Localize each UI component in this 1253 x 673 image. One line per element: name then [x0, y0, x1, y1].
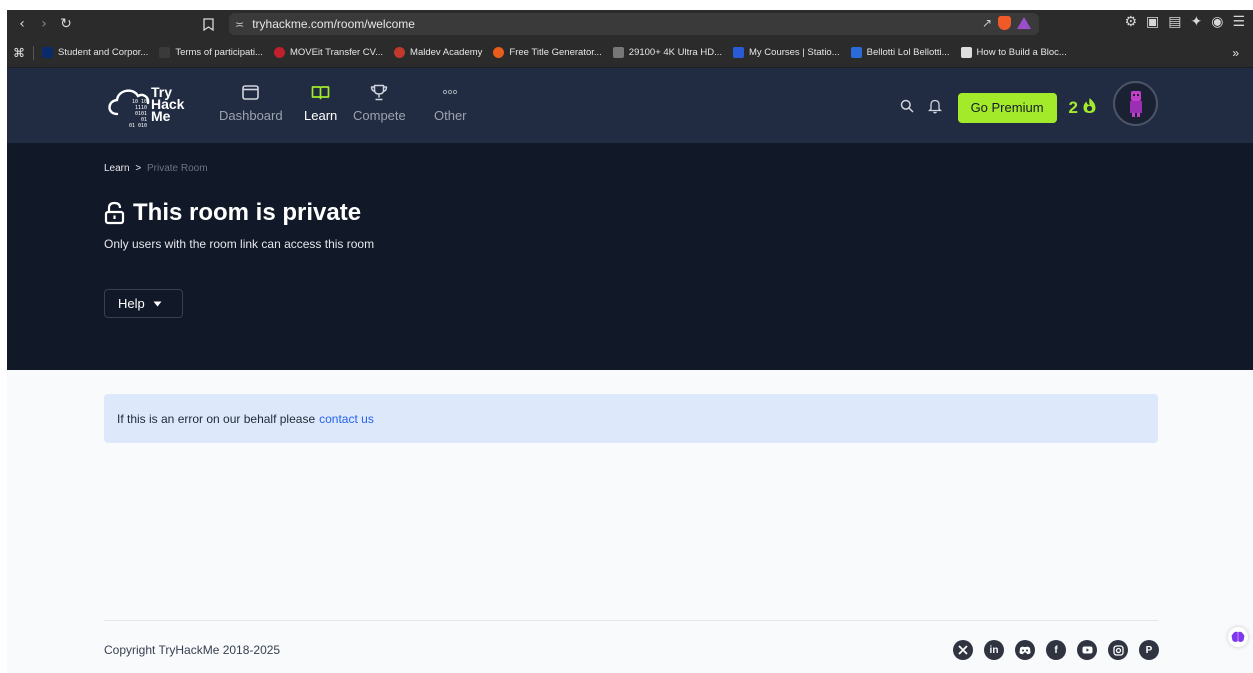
main-content: If this is an error on our behalf please…: [7, 370, 1253, 673]
leo-icon[interactable]: ✦: [1190, 14, 1202, 30]
book-icon: [311, 80, 330, 104]
sidebar-icon[interactable]: ▣: [1146, 14, 1159, 30]
caret-down-icon: [153, 301, 162, 307]
search-icon[interactable]: [900, 98, 914, 117]
logo-text: Try Hack Me: [151, 84, 185, 124]
lock-icon: [104, 201, 125, 225]
help-label: Help: [118, 296, 145, 311]
streak-counter[interactable]: 2: [1069, 97, 1097, 119]
browser-toolbar: ‹ › ↻ ≍ tryhackme.com/room/welcome ↗ ⚙ ▣…: [7, 10, 1253, 38]
nav-dashboard[interactable]: Dashboard: [219, 80, 283, 123]
facebook-icon[interactable]: f: [1046, 640, 1066, 660]
notification-bell-icon[interactable]: [927, 98, 942, 118]
youtube-icon[interactable]: [1077, 640, 1097, 660]
forward-icon[interactable]: ›: [33, 13, 55, 35]
site-header: 10 10 1110 0101 01 01 010 Try Hack Me Da…: [7, 68, 1253, 143]
copyright-text: Copyright TryHackMe 2018-2025: [104, 643, 281, 657]
room-hero: Learn > Private Room This room is privat…: [7, 143, 1253, 370]
bookmark-favicon: [493, 47, 505, 58]
wallet-icon[interactable]: ▤: [1168, 14, 1181, 30]
apps-icon[interactable]: ⌘: [13, 46, 25, 60]
logo-binary: 10 10 1110 0101 01 01 010: [128, 99, 147, 129]
back-icon[interactable]: ‹: [11, 13, 33, 35]
header-actions: Go Premium 2: [900, 81, 1158, 126]
trophy-icon: [370, 80, 388, 104]
contact-us-link[interactable]: contact us: [319, 412, 374, 426]
menu-icon[interactable]: ☰: [1232, 14, 1245, 30]
bookmark-item[interactable]: Bellotti Lol Bellotti...: [850, 47, 950, 58]
url-text: tryhackme.com/room/welcome: [252, 17, 415, 31]
bookmark-icon[interactable]: [197, 13, 219, 35]
share-icon[interactable]: ↗: [982, 16, 992, 30]
brave-shield-icon[interactable]: [998, 16, 1011, 30]
bookmark-item[interactable]: 29100+ 4K Ultra HD...: [612, 47, 722, 58]
nav-compete[interactable]: Compete: [353, 80, 406, 123]
bookmark-favicon: [159, 47, 171, 58]
breadcrumb: Learn > Private Room: [104, 163, 208, 174]
user-avatar[interactable]: [1113, 81, 1158, 126]
reload-icon[interactable]: ↻: [55, 13, 77, 35]
breadcrumb-learn[interactable]: Learn: [104, 163, 130, 174]
vpn-icon[interactable]: ◉: [1211, 14, 1223, 30]
social-links: in f P: [953, 640, 1159, 660]
bookmark-item[interactable]: Free Title Generator...: [493, 47, 602, 58]
nav-other[interactable]: Other: [434, 80, 467, 123]
help-dropdown-button[interactable]: Help: [104, 289, 183, 318]
avatar-figure-icon: [1129, 90, 1142, 117]
address-bar[interactable]: ≍ tryhackme.com/room/welcome ↗: [229, 13, 1039, 35]
instagram-icon[interactable]: [1108, 640, 1128, 660]
notice-text: If this is an error on our behalf please: [117, 411, 316, 426]
toolbar-right: ⚙ ▣ ▤ ✦ ◉ ☰: [1124, 14, 1245, 30]
bookmarks-bar: ⌘ Student and Corpor... Terms of partici…: [7, 38, 1253, 68]
error-notice: If this is an error on our behalf please…: [104, 394, 1158, 443]
bookmark-favicon: [273, 47, 285, 58]
bookmark-item[interactable]: My Courses | Statio...: [733, 47, 840, 58]
bookmark-item[interactable]: Maldev Academy: [394, 47, 482, 58]
page-title-text: This room is private: [133, 199, 362, 226]
rewards-icon[interactable]: [1017, 17, 1031, 29]
bookmark-favicon: [733, 47, 744, 58]
linkedin-icon[interactable]: in: [984, 640, 1004, 660]
window-icon: [242, 80, 260, 104]
bookmark-favicon: [960, 47, 972, 58]
bookmark-item[interactable]: MOVEit Transfer CV...: [273, 47, 383, 58]
bookmarks-overflow-button[interactable]: »: [1232, 46, 1239, 60]
bookmark-favicon: [394, 47, 406, 58]
bookmark-favicon: [42, 47, 53, 58]
page: ‹ › ↻ ≍ tryhackme.com/room/welcome ↗ ⚙ ▣…: [0, 0, 1253, 673]
brain-assistant-icon[interactable]: [1228, 627, 1248, 647]
nav-learn[interactable]: Learn: [304, 80, 337, 123]
bookmark-item[interactable]: Student and Corpor...: [42, 47, 148, 58]
page-title: This room is private: [104, 199, 361, 227]
bookmark-favicon: [850, 47, 862, 58]
tryhackme-logo[interactable]: 10 10 1110 0101 01 01 010 Try Hack Me: [105, 77, 197, 131]
x-icon[interactable]: [953, 640, 973, 660]
site-settings-icon[interactable]: ≍: [235, 18, 244, 31]
footer-divider: [104, 620, 1158, 621]
dots-icon: [442, 80, 458, 104]
bookmark-item[interactable]: Terms of participati...: [159, 47, 263, 58]
bookmark-favicon: [612, 47, 624, 58]
page-subtitle: Only users with the room link can access…: [104, 237, 375, 251]
breadcrumb-separator: >: [135, 163, 142, 174]
bookmark-item[interactable]: How to Build a Bloc...: [960, 47, 1067, 58]
flame-icon: [1082, 97, 1097, 119]
go-premium-button[interactable]: Go Premium: [957, 92, 1057, 123]
pinterest-icon[interactable]: P: [1139, 640, 1159, 660]
extensions-icon[interactable]: ⚙: [1124, 14, 1137, 30]
address-bar-actions: ↗: [982, 16, 1031, 30]
breadcrumb-current: Private Room: [146, 163, 208, 174]
discord-icon[interactable]: [1015, 640, 1035, 660]
